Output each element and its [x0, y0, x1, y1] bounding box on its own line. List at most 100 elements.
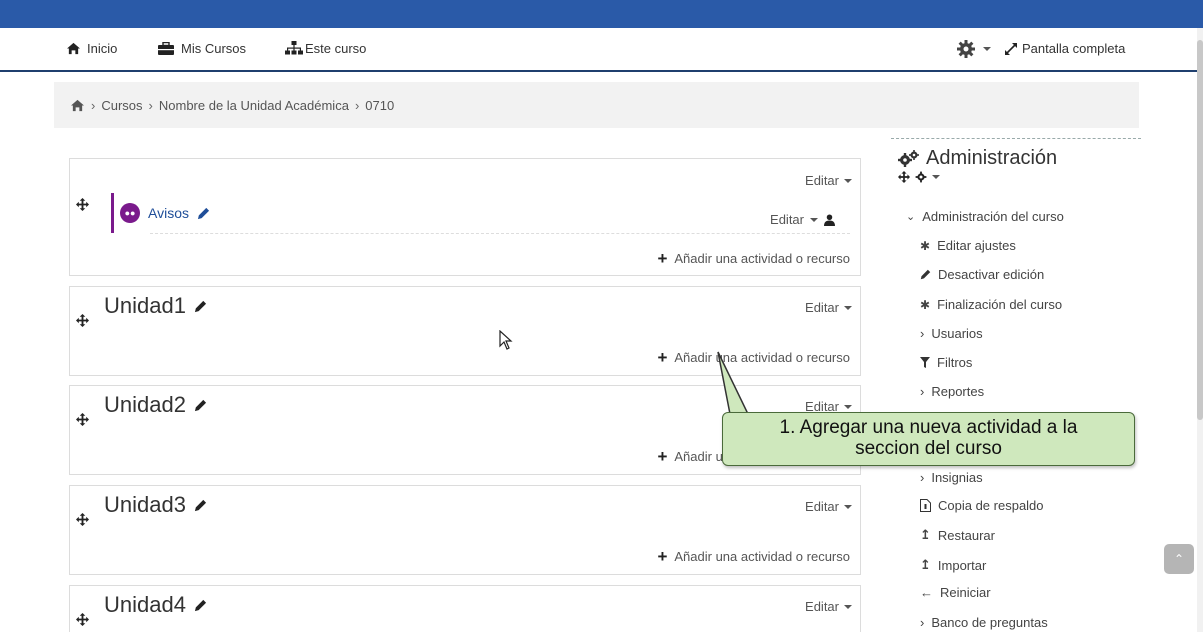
page-scrollbar-thumb[interactable]	[1197, 40, 1203, 420]
plus-icon: +	[657, 447, 668, 466]
admin-item-backup[interactable]: Copia de respaldo	[920, 498, 1044, 513]
section-title: Unidad1	[104, 293, 207, 319]
briefcase-icon	[158, 41, 174, 55]
fullscreen-label: Pantalla completa	[1022, 41, 1126, 56]
section-edit-menu[interactable]: Editar	[805, 300, 852, 315]
gear-icon: ✱	[920, 297, 931, 312]
admin-block-controls	[898, 171, 940, 183]
pencil-icon[interactable]	[194, 499, 207, 512]
section-unidad4: Unidad4 Editar	[69, 585, 861, 632]
admin-item-label: Usuarios	[931, 326, 983, 341]
section-edit-menu[interactable]: Editar	[805, 499, 852, 514]
tutorial-callout: 1. Agregar una nueva actividad a la secc…	[722, 412, 1135, 466]
move-icon[interactable]	[76, 198, 89, 211]
section-title-text[interactable]: Unidad4	[104, 592, 186, 618]
section-edit-menu[interactable]: Editar	[805, 173, 852, 188]
admin-item-course-completion[interactable]: ✱ Finalización del curso	[920, 297, 1062, 312]
section-title-text[interactable]: Unidad2	[104, 392, 186, 418]
admin-item-reset[interactable]: ← Reiniciar	[920, 585, 991, 600]
nav-home[interactable]: Inicio	[66, 41, 117, 56]
add-activity-label: Añadir una actividad o recurso	[674, 549, 850, 564]
callout-line-1: 1. Agregar una nueva actividad a la	[779, 417, 1078, 438]
settings-menu[interactable]	[956, 39, 991, 59]
admin-item-disable-editing[interactable]: Desactivar edición	[920, 267, 1044, 282]
nav-this-course[interactable]: Este curso	[285, 41, 366, 56]
admin-item-label: Importar	[937, 557, 987, 573]
admin-item-restore[interactable]: ↥ Restaurar	[920, 527, 995, 543]
user-icon[interactable]	[824, 214, 835, 226]
pencil-icon[interactable]	[194, 599, 207, 612]
nav-home-label: Inicio	[87, 41, 118, 56]
scroll-to-top-button[interactable]: ⌃	[1164, 544, 1194, 574]
gear-icon	[957, 40, 975, 58]
nav-this-course-label: Este curso	[305, 41, 367, 56]
admin-course-administration[interactable]: ⌄ Administración del curso	[906, 209, 1064, 224]
home-icon[interactable]	[70, 99, 85, 112]
section-title: Unidad2	[104, 392, 207, 418]
add-activity-link[interactable]: + Añadir una actividad o recurso	[657, 250, 850, 267]
admin-item-badges[interactable]: › Insignias	[920, 470, 983, 485]
gear-icon[interactable]	[915, 171, 927, 183]
file-archive-icon	[920, 499, 931, 512]
plus-icon: +	[657, 348, 668, 367]
chevron-right-icon: ›	[920, 384, 925, 399]
admin-item-edit-settings[interactable]: ✱ Editar ajustes	[920, 238, 1016, 253]
section-edit-menu[interactable]: Editar	[805, 599, 852, 614]
pencil-icon[interactable]	[197, 207, 210, 220]
edit-label: Editar	[805, 173, 839, 188]
move-icon[interactable]	[76, 413, 89, 426]
chevron-down-icon[interactable]	[932, 175, 940, 179]
move-icon[interactable]	[76, 314, 89, 327]
chevron-down-icon	[810, 217, 818, 222]
section-title: Unidad3	[104, 492, 207, 518]
sitemap-icon	[285, 41, 303, 55]
admin-item-label: Desactivar edición	[938, 267, 1045, 282]
activity-edit-menu[interactable]: Editar	[770, 212, 835, 227]
plus-icon: +	[657, 547, 668, 566]
section-title-text[interactable]: Unidad3	[104, 492, 186, 518]
activity-avisos[interactable]: ●● Avisos	[120, 203, 210, 223]
admin-item-label: Reiniciar	[940, 585, 991, 600]
activity-edit-label: Editar	[770, 212, 804, 227]
move-icon[interactable]	[898, 171, 910, 183]
section-unidad3: Unidad3 Editar + Añadir una actividad o …	[69, 485, 861, 575]
level-up-icon: ↥	[920, 557, 931, 572]
expand-icon	[1005, 42, 1017, 55]
pencil-icon[interactable]	[194, 399, 207, 412]
admin-item-filters[interactable]: Filtros	[920, 355, 972, 370]
mouse-cursor-icon	[499, 330, 513, 350]
chevron-right-icon: ›	[920, 470, 925, 485]
callout-line-2: seccion del curso	[855, 438, 1002, 459]
admin-item-users[interactable]: › Usuarios	[920, 326, 983, 341]
arrow-left-icon: ←	[920, 585, 933, 600]
pencil-icon[interactable]	[194, 300, 207, 313]
fullscreen-toggle[interactable]: Pantalla completa	[1004, 41, 1125, 56]
move-icon[interactable]	[76, 613, 89, 626]
breadcrumb-item-courses[interactable]: Cursos	[101, 98, 142, 113]
add-activity-link[interactable]: + Añadir una actividad o recurso	[657, 548, 850, 565]
nav-my-courses[interactable]: Mis Cursos	[157, 41, 246, 56]
section-title-text[interactable]: Unidad1	[104, 293, 186, 319]
add-activity-label: Añadir una actividad o recurso	[674, 251, 850, 266]
breadcrumb: › Cursos › Nombre de la Unidad Académica…	[54, 82, 1139, 128]
admin-item-label: Insignias	[931, 470, 983, 485]
breadcrumb-item-course-code[interactable]: 0710	[365, 98, 394, 113]
admin-item-label: Copia de respaldo	[938, 498, 1044, 513]
chevron-down-icon	[844, 504, 852, 509]
activity-name[interactable]: Avisos	[148, 205, 189, 221]
breadcrumb-item-academic-unit[interactable]: Nombre de la Unidad Académica	[159, 98, 349, 113]
admin-item-question-bank[interactable]: › Banco de preguntas	[920, 615, 1048, 630]
chevron-down-icon	[983, 47, 991, 51]
chevron-down-icon	[844, 604, 852, 609]
admin-item-reports[interactable]: › Reportes	[920, 384, 984, 399]
move-icon[interactable]	[76, 513, 89, 526]
plus-icon: +	[657, 249, 668, 268]
admin-item-label: Restaurar	[937, 527, 995, 543]
chevron-down-icon: ⌄	[906, 211, 916, 223]
admin-item-import[interactable]: ↥ Importar	[920, 557, 986, 573]
chevron-down-icon	[844, 404, 852, 409]
forum-icon: ●●	[120, 203, 140, 223]
home-icon	[67, 42, 80, 55]
admin-item-label: Filtros	[937, 355, 973, 370]
admin-course-administration-label: Administración del curso	[922, 209, 1064, 224]
